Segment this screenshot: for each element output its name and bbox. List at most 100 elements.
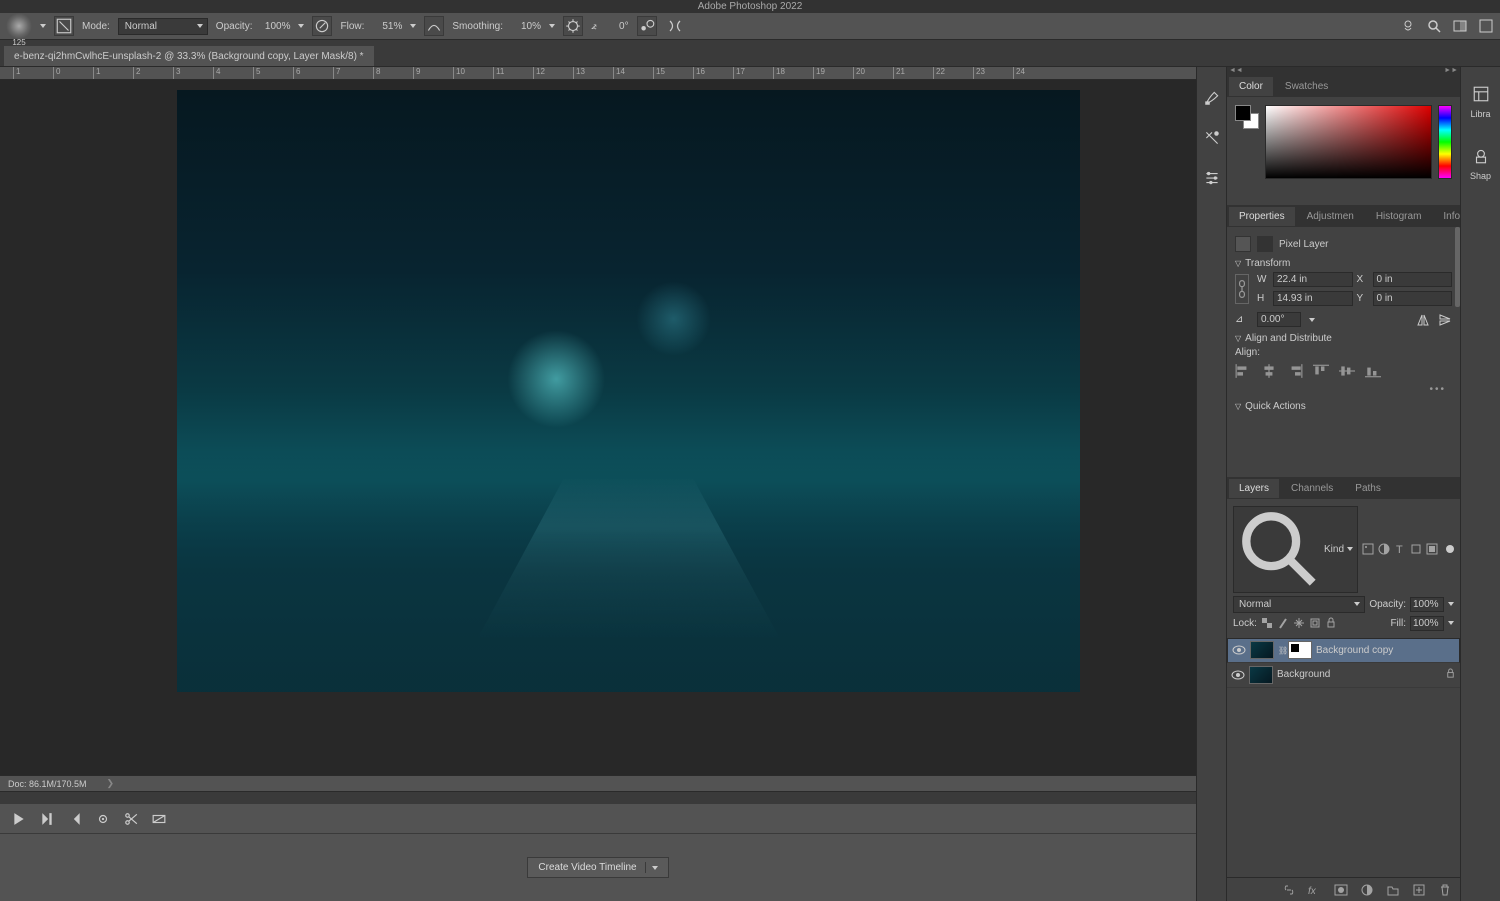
filter-smart-icon[interactable]: [1426, 543, 1438, 555]
layer-name[interactable]: Background: [1277, 669, 1330, 680]
screen-mode-icon[interactable]: [1478, 18, 1494, 34]
tab-swatches[interactable]: Swatches: [1275, 77, 1338, 96]
tab-channels[interactable]: Channels: [1281, 479, 1343, 498]
group-icon[interactable]: [1386, 883, 1400, 897]
transform-section-header[interactable]: ▽Transform: [1235, 258, 1452, 269]
flip-horizontal-icon[interactable]: [1416, 313, 1430, 327]
smoothing-input[interactable]: 10%: [511, 21, 541, 32]
filter-shape-icon[interactable]: [1410, 543, 1422, 555]
adjustment-layer-icon[interactable]: [1360, 883, 1374, 897]
filter-type-icon[interactable]: T: [1394, 543, 1406, 555]
angle-dropdown-icon[interactable]: [1309, 318, 1315, 322]
angle-input[interactable]: 0.00°: [1257, 312, 1301, 327]
color-panel-menu-icon[interactable]: [1448, 81, 1460, 91]
pressure-opacity-toggle[interactable]: [312, 16, 332, 36]
filter-adjustment-icon[interactable]: [1378, 543, 1390, 555]
fill-dropdown-icon[interactable]: [1448, 621, 1454, 625]
constrain-proportions-icon[interactable]: [1235, 274, 1249, 304]
smoothing-dropdown-icon[interactable]: [549, 24, 555, 28]
delete-icon[interactable]: [1438, 883, 1452, 897]
y-input[interactable]: 0 in: [1373, 291, 1453, 306]
align-center-h-icon[interactable]: [1261, 364, 1277, 378]
transition-icon[interactable]: [152, 812, 166, 826]
align-center-v-icon[interactable]: [1339, 364, 1355, 378]
step-forward-button[interactable]: [40, 812, 54, 826]
lock-all-icon[interactable]: [1325, 617, 1337, 629]
brush-settings-icon[interactable]: [1203, 89, 1221, 107]
smoothing-options-icon[interactable]: [563, 16, 583, 36]
airbrush-toggle[interactable]: [424, 16, 444, 36]
libraries-icon[interactable]: [1472, 85, 1490, 103]
layer-effects-icon[interactable]: fx: [1308, 883, 1322, 897]
step-back-button[interactable]: [68, 812, 82, 826]
timeline-menu-icon[interactable]: [1178, 793, 1190, 803]
symmetry-toggle[interactable]: [665, 16, 685, 36]
timeline-settings-icon[interactable]: [96, 812, 110, 826]
align-right-icon[interactable]: [1287, 364, 1303, 378]
horizontal-ruler[interactable]: 1012345678910111213141516171819202122232…: [0, 67, 1196, 80]
properties-scrollbar[interactable]: [1455, 227, 1460, 307]
tab-histogram[interactable]: Histogram: [1366, 207, 1432, 226]
adjustments-icon[interactable]: [1203, 169, 1221, 187]
search-icon[interactable]: [1426, 18, 1442, 34]
filter-pixel-icon[interactable]: [1362, 543, 1374, 555]
brushes-icon[interactable]: [1203, 129, 1221, 147]
height-input[interactable]: 14.93 in: [1273, 291, 1353, 306]
brush-panel-toggle[interactable]: [54, 16, 74, 36]
layer-opacity-input[interactable]: 100%: [1410, 597, 1444, 612]
pressure-size-toggle[interactable]: [637, 16, 657, 36]
align-section-header[interactable]: ▽Align and Distribute: [1235, 333, 1452, 344]
mask-thumbnail[interactable]: [1288, 641, 1312, 659]
tab-color[interactable]: Color: [1229, 77, 1273, 96]
layer-name[interactable]: Background copy: [1316, 645, 1393, 656]
layer-item[interactable]: ⛓ Background copy: [1227, 638, 1460, 663]
layer-filter-kind[interactable]: Kind: [1233, 506, 1358, 593]
tab-paths[interactable]: Paths: [1345, 479, 1391, 498]
mask-link-icon[interactable]: ⛓: [1278, 646, 1284, 655]
status-flyout-icon[interactable]: ❯: [107, 778, 115, 789]
add-mask-icon[interactable]: [1334, 883, 1348, 897]
x-input[interactable]: 0 in: [1373, 272, 1453, 287]
color-field[interactable]: [1265, 105, 1432, 179]
layer-opacity-dropdown-icon[interactable]: [1448, 602, 1454, 606]
layer-thumbnail[interactable]: [1249, 666, 1273, 684]
canvas-viewport[interactable]: [0, 80, 1196, 775]
brush-dropdown-icon[interactable]: [40, 24, 46, 28]
filter-toggle[interactable]: [1446, 545, 1454, 553]
quick-actions-header[interactable]: ▽Quick Actions: [1235, 401, 1452, 412]
foreground-color-swatch[interactable]: [1235, 105, 1251, 121]
document-tab[interactable]: e-benz-qi2hmCwlhcE-unsplash-2 @ 33.3% (B…: [4, 46, 374, 66]
fill-input[interactable]: 100%: [1410, 616, 1444, 631]
lock-artboard-icon[interactable]: [1309, 617, 1321, 629]
angle-input[interactable]: 0°: [605, 21, 629, 32]
align-bottom-icon[interactable]: [1365, 364, 1381, 378]
opacity-input[interactable]: 100%: [260, 21, 290, 32]
hue-slider[interactable]: [1438, 105, 1452, 179]
align-top-icon[interactable]: [1313, 364, 1329, 378]
collapse-right-icon[interactable]: ►►: [1444, 67, 1458, 75]
tab-layers[interactable]: Layers: [1229, 479, 1279, 498]
layer-blend-mode[interactable]: Normal: [1233, 596, 1365, 613]
tab-adjustments[interactable]: Adjustmen: [1297, 207, 1364, 226]
link-layers-icon[interactable]: [1282, 883, 1296, 897]
foreground-background-swatch[interactable]: [1235, 105, 1259, 129]
cloud-share-icon[interactable]: [1400, 18, 1416, 34]
workspace-icon[interactable]: [1452, 18, 1468, 34]
flow-dropdown-icon[interactable]: [410, 24, 416, 28]
visibility-toggle[interactable]: [1231, 668, 1245, 682]
tab-properties[interactable]: Properties: [1229, 207, 1295, 226]
flip-vertical-icon[interactable]: [1438, 313, 1452, 327]
brush-preset[interactable]: 125: [6, 13, 32, 39]
collapse-left-icon[interactable]: ◄◄: [1229, 67, 1243, 75]
visibility-toggle[interactable]: [1232, 643, 1246, 657]
layers-menu-icon[interactable]: [1448, 483, 1460, 493]
layer-item[interactable]: Background: [1227, 663, 1460, 688]
shapes-icon[interactable]: [1472, 147, 1490, 165]
lock-pixels-icon[interactable]: [1277, 617, 1289, 629]
more-options-icon[interactable]: •••: [1235, 384, 1452, 395]
new-layer-icon[interactable]: [1412, 883, 1426, 897]
blend-mode-select[interactable]: Normal: [118, 18, 208, 35]
lock-transparency-icon[interactable]: [1261, 617, 1273, 629]
align-left-icon[interactable]: [1235, 364, 1251, 378]
play-button[interactable]: [12, 812, 26, 826]
